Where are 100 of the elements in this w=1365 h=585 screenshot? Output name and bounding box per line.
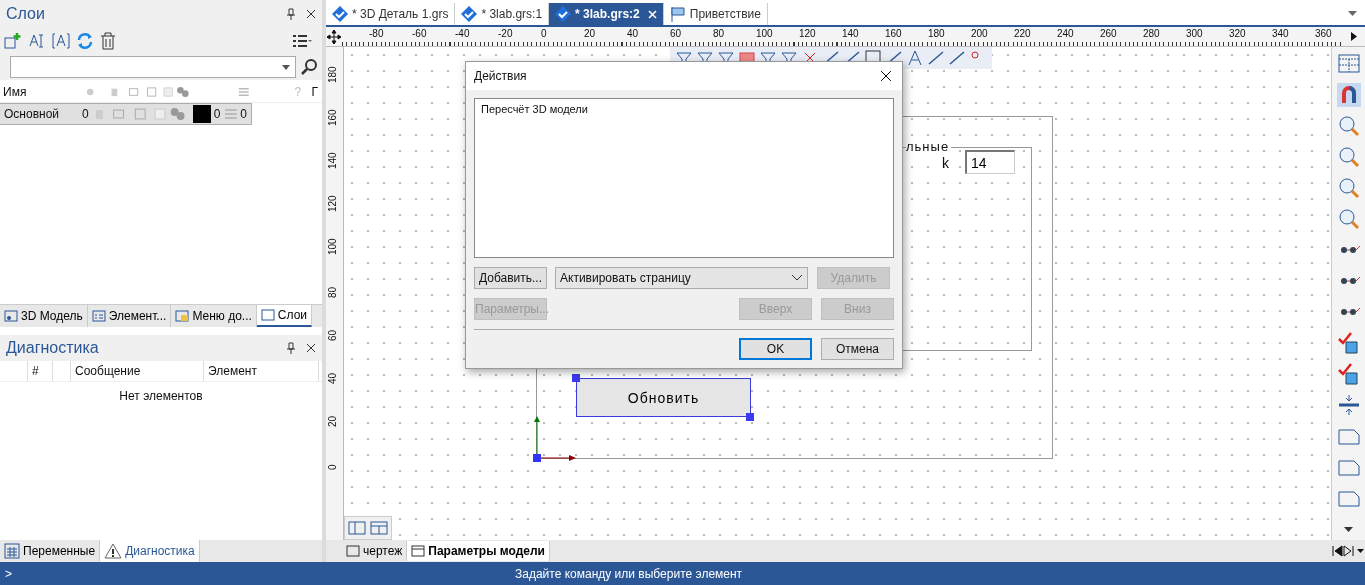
ruler-label: 40: [327, 372, 339, 384]
panel-tab[interactable]: Элемент...: [87, 305, 172, 327]
sheet-icon: [411, 545, 426, 557]
bracket-text-icon[interactable]: [52, 31, 70, 50]
cancel-button[interactable]: Отмена: [821, 338, 894, 360]
layer-value: 0: [213, 107, 221, 121]
list-view-icon[interactable]: [292, 33, 312, 48]
dialog-title: Действия: [474, 69, 527, 83]
pin-icon[interactable]: [286, 7, 296, 20]
column-header[interactable]: Имя: [3, 85, 82, 99]
column-header[interactable]: #: [28, 361, 53, 381]
ruler-label: 160: [885, 28, 902, 40]
selection-handle[interactable]: [746, 413, 754, 421]
list-item[interactable]: Пересчёт 3D модели: [481, 103, 588, 115]
sheet-tab[interactable]: Параметры модели: [407, 541, 550, 561]
ruler-label: 260: [1100, 28, 1117, 40]
ruler-label: 160: [327, 109, 339, 126]
ruler-label: 0: [327, 464, 339, 470]
ruler-label: 0: [541, 28, 547, 40]
ruler-label: 360: [1315, 28, 1332, 40]
empty-message: Нет элементов: [119, 389, 203, 403]
lines-icon: [223, 108, 238, 120]
align-icon[interactable]: [1336, 393, 1361, 417]
element-list-icon: [91, 309, 106, 323]
ruler-label: 180: [928, 28, 945, 40]
close-icon[interactable]: [306, 343, 316, 353]
ruler-label: -40: [455, 28, 470, 40]
color-swatch[interactable]: [193, 105, 211, 123]
dropdown-icon[interactable]: [282, 65, 290, 70]
panel-tab[interactable]: Диагностика: [100, 540, 200, 562]
ruler-label: 20: [584, 28, 596, 40]
move-icon[interactable]: [326, 28, 342, 45]
ruler-label: 20: [327, 415, 339, 427]
search-icon[interactable]: [300, 58, 318, 76]
layer-value: 0: [240, 107, 247, 121]
lines-icon: [237, 86, 250, 98]
selection-handle[interactable]: [572, 374, 580, 382]
magnet-icon[interactable]: [1336, 83, 1361, 107]
layout-icon[interactable]: [370, 520, 388, 536]
zoom-icon[interactable]: [1336, 176, 1361, 200]
add-button[interactable]: Добавить...: [474, 267, 547, 289]
ruler-label: -60: [412, 28, 427, 40]
update-button[interactable]: Обновить: [576, 378, 751, 417]
cube-icon[interactable]: [1336, 362, 1361, 386]
layer-filter-field[interactable]: [10, 56, 296, 78]
input-field[interactable]: 14: [965, 150, 1015, 174]
column-header[interactable]: Сообщение: [71, 361, 204, 381]
model-icon: [4, 309, 18, 323]
panel-tab[interactable]: Слои: [256, 305, 312, 327]
flag-icon: [669, 6, 686, 22]
column-header[interactable]: Г: [311, 85, 322, 99]
zoom-icon[interactable]: [1336, 207, 1361, 231]
document-tab[interactable]: * 3lab.grs:2: [549, 3, 664, 25]
first-page-icon[interactable]: [1331, 545, 1343, 557]
table-icon[interactable]: [1336, 52, 1361, 76]
document-icon: [332, 6, 348, 22]
ruler-label: 220: [1014, 28, 1031, 40]
axes-icon: [532, 416, 576, 463]
trash-icon[interactable]: [100, 31, 116, 50]
ruler-label: -80: [369, 28, 384, 40]
ruler-label: 200: [971, 28, 988, 40]
zoom-icon[interactable]: [1336, 145, 1361, 169]
panel-tab[interactable]: 3D Модель: [0, 305, 88, 327]
layer-row[interactable]: Основной 0 0 0: [0, 103, 252, 125]
ruler-label: 100: [756, 28, 773, 40]
ruler-label: -20: [498, 28, 513, 40]
ruler-label: 80: [327, 286, 339, 298]
text-cursor-icon[interactable]: [28, 31, 46, 50]
ok-button[interactable]: OK: [739, 338, 812, 360]
scroll-right-icon[interactable]: [1351, 32, 1357, 41]
layer-name: Основной: [4, 107, 60, 121]
ruler-label: 340: [1272, 28, 1289, 40]
close-icon[interactable]: [306, 8, 316, 19]
ruler-label: 140: [327, 152, 339, 169]
panel-title: Слои: [6, 4, 45, 23]
last-page-icon[interactable]: [1343, 545, 1365, 557]
zoom-icon[interactable]: [1336, 114, 1361, 138]
layout-icon[interactable]: [348, 520, 366, 536]
scroll-down-icon[interactable]: [1344, 527, 1353, 532]
panel-tab[interactable]: Меню до...: [171, 305, 257, 327]
close-icon[interactable]: [880, 70, 892, 82]
pin-icon[interactable]: [286, 342, 296, 354]
chevron-down-icon: [791, 274, 803, 282]
cube-icon[interactable]: [1336, 331, 1361, 355]
ruler-label: 180: [327, 66, 339, 83]
ruler-label: 300: [1186, 28, 1203, 40]
document-icon: [555, 6, 572, 22]
ruler-label: 120: [799, 28, 816, 40]
text-icon[interactable]: [907, 50, 923, 66]
dropdown-icon[interactable]: [1348, 11, 1357, 16]
ruler-label: 100: [327, 238, 339, 255]
field-label: k: [942, 155, 949, 171]
command-prompt[interactable]: >: [0, 566, 12, 581]
add-layer-icon[interactable]: [4, 31, 22, 50]
menu-icon: [175, 309, 190, 323]
ruler-label: 320: [1229, 28, 1246, 40]
ruler-label: 120: [327, 195, 339, 212]
refresh-icon[interactable]: [76, 31, 94, 50]
action-dropdown[interactable]: Активировать страницу: [555, 267, 808, 289]
column-header[interactable]: Элемент: [204, 361, 319, 381]
